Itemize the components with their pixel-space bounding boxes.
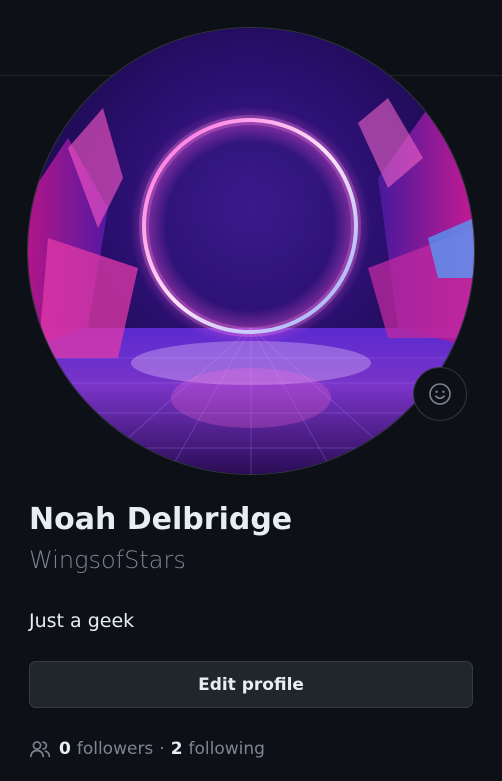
- set-status-button[interactable]: [413, 367, 467, 421]
- avatar[interactable]: [28, 28, 474, 474]
- stats-separator: ·: [159, 739, 165, 759]
- edit-profile-button[interactable]: Edit profile: [29, 661, 473, 708]
- smiley-icon: [429, 383, 451, 405]
- following-label: following: [188, 739, 265, 759]
- followers-count: 0: [59, 739, 71, 759]
- followers-label: followers: [76, 739, 154, 759]
- profile-bio: Just a geek: [29, 610, 135, 632]
- profile-name: Noah Delbridge: [29, 502, 293, 537]
- people-icon: [29, 738, 51, 760]
- avatar-container: [28, 28, 474, 474]
- followers-link[interactable]: 0 followers: [59, 739, 153, 759]
- follow-stats: 0 followers · 2 following: [29, 735, 265, 763]
- profile-username: WingsofStars: [29, 546, 186, 574]
- following-count: 2: [170, 739, 183, 759]
- following-link[interactable]: 2 following: [171, 739, 265, 759]
